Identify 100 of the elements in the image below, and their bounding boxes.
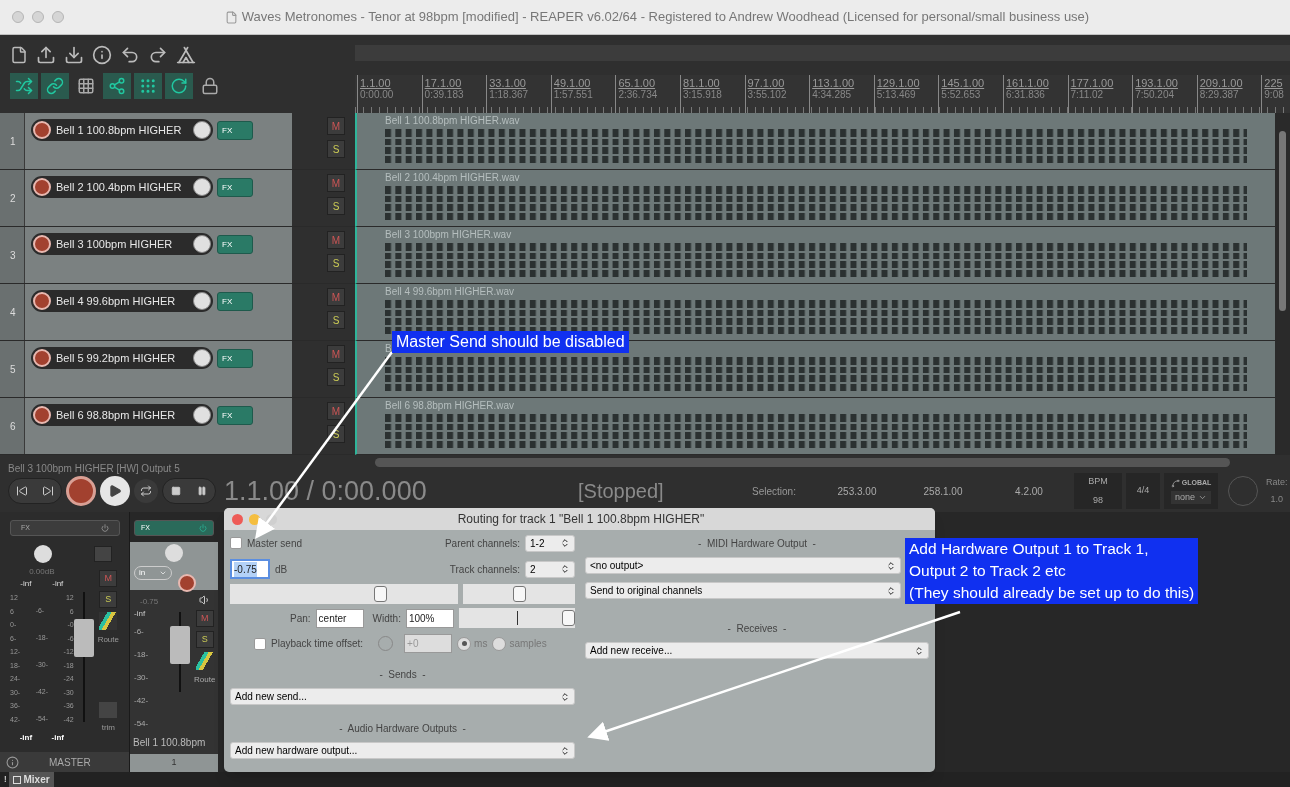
time-label: 0:39.183 <box>424 89 465 101</box>
channel-select[interactable]: 1-2 <box>525 534 575 552</box>
track-name-field[interactable]: Bell 6 98.8bpm HIGHER <box>31 404 213 426</box>
status-text: Bell 3 100bpm HIGHER [HW] Output 5 <box>8 463 180 474</box>
solo-button[interactable]: S <box>327 140 345 158</box>
channel-select[interactable]: 2 <box>525 560 575 578</box>
solo-button[interactable]: S <box>327 368 345 386</box>
fx-button[interactable]: FX <box>217 292 253 311</box>
add-send-select[interactable]: Add new send... <box>230 688 575 705</box>
track-name-field[interactable]: Bell 4 99.6bpm HIGHER <box>31 290 213 312</box>
track-number-cell: 2 <box>0 170 25 226</box>
time-label: 1:18.367 <box>489 89 530 101</box>
bar-label: 1.1.00 <box>360 77 392 89</box>
track-name-field[interactable]: Bell 3 100bpm HIGHER <box>31 233 213 255</box>
bar-label: 17.1.00 <box>424 77 463 89</box>
dialog-title: Routing for track 1 "Bell 1 100.8bpm HIGHER" <box>456 511 706 528</box>
field-label: Pan: <box>290 611 311 626</box>
solo-button[interactable]: S <box>327 254 345 272</box>
section-heading: - Audio Hardware Outputs - <box>339 722 466 736</box>
track-number-cell: 1 <box>0 113 25 169</box>
automation-mode-select[interactable]: none <box>1171 490 1211 504</box>
bar-label: 113.1.00 <box>812 77 856 89</box>
width-field[interactable]: 100% <box>405 608 454 628</box>
annotation-callout: Master Send should be disabled <box>392 331 629 353</box>
bpm-display[interactable]: BPM 98 <box>1074 473 1122 509</box>
time-label: 7:11.02 <box>1070 89 1105 101</box>
bar-label: 81.1.00 <box>682 77 721 89</box>
pan-field[interactable]: center <box>315 608 364 628</box>
selection-start: 253.3.00 <box>836 484 878 499</box>
time-label: 9:08 <box>1264 89 1285 101</box>
fx-button[interactable]: FX <box>217 406 253 425</box>
bar-label: 145.1.00 <box>941 77 986 89</box>
track-number-cell: 5 <box>0 341 25 397</box>
fx-button[interactable]: FX <box>217 235 253 254</box>
track-number-cell: 3 <box>0 227 25 283</box>
section-heading: - Receives - <box>727 622 787 636</box>
bar-label: 65.1.00 <box>618 77 657 89</box>
play-state: [Stopped] <box>578 479 665 504</box>
peak-readout: -inf <box>20 578 32 590</box>
time-label: 2:36.734 <box>618 89 659 101</box>
annotation-callout: Add Hardware Output 1 to Track 1, Output 2 to Track 2 etc (They should already be set up to do this) <box>905 538 1199 604</box>
field-label: Parent channels: <box>444 536 520 551</box>
time-label: 8:29.387 <box>1199 89 1240 101</box>
fx-button[interactable]: FX <box>217 178 253 197</box>
field-label: Width: <box>372 611 401 626</box>
track-name-field[interactable]: Bell 1 100.8bpm HIGHER <box>31 119 213 141</box>
bar-label: 33.1.00 <box>489 77 527 89</box>
solo-button[interactable]: S <box>99 591 118 608</box>
time-label: 5:13.469 <box>876 89 917 101</box>
selection-length: 4.2.00 <box>1014 484 1044 499</box>
meter-scale: -6- -18- -30- -42- -54- <box>134 625 150 730</box>
rate-label: Rate: <box>1266 475 1288 489</box>
add-receive-select[interactable]: Add new receive... <box>585 642 929 659</box>
fx-button[interactable]: FX <box>217 349 253 368</box>
mixer-tab[interactable]: Mixer <box>8 772 54 787</box>
time-label: 3:15.918 <box>682 89 723 101</box>
peak-readout: -inf <box>134 607 147 620</box>
solo-button[interactable]: S <box>327 197 345 215</box>
section-heading: - MIDI Hardware Output - <box>698 537 816 551</box>
track-number-cell: 6 <box>0 398 25 454</box>
add-output-select[interactable]: Add new hardware output... <box>230 742 575 759</box>
bar-label: 161.1.00 <box>1005 77 1050 89</box>
time-label: 0:00.00 <box>360 89 395 101</box>
bar-label: 225 <box>1264 77 1284 89</box>
time-signature-display[interactable]: 4/4 <box>1126 473 1160 509</box>
peak-readout: -inf <box>19 732 33 744</box>
solo-button[interactable]: S <box>327 311 345 329</box>
bar-label: 177.1.00 <box>1070 77 1115 89</box>
fx-button[interactable]: FX <box>217 121 253 140</box>
unit-label: dB <box>275 562 288 577</box>
time-label: 5:52.653 <box>941 89 982 101</box>
midi-output-select[interactable]: <no output> <box>585 557 901 574</box>
selection-label: Selection: <box>752 484 797 499</box>
volume-readout: 0.00dB <box>28 566 56 578</box>
checkbox-label: Playback time offset: <box>271 637 364 651</box>
time-label: 1:57.551 <box>553 89 594 101</box>
bar-label: 129.1.00 <box>876 77 921 89</box>
track-name-field[interactable]: Bell 5 99.2bpm HIGHER <box>31 347 213 369</box>
midi-channel-select[interactable]: Send to original channels <box>585 582 901 599</box>
window-title: Waves Metronomes - Tenor at 98bpm [modified] - REAPER v6.02/64 - Registered to Andrew Woodhead (Licensed for personal/small business use) <box>241 8 1090 27</box>
solo-button[interactable]: S <box>195 630 214 648</box>
strip-name: Bell 1 100.8bpm <box>132 735 207 750</box>
route-label: Route <box>97 634 119 646</box>
time-label: 4:34.285 <box>812 89 853 101</box>
warning-text: ! <box>3 772 7 786</box>
trim-label: trim <box>101 722 115 734</box>
rate-value: 1.0 <box>1270 493 1283 506</box>
bar-label: 209.1.00 <box>1199 77 1244 89</box>
peak-readout: -inf <box>52 578 64 590</box>
field-label: Track channels: <box>449 562 520 577</box>
track-name-field[interactable]: Bell 2 100.4bpm HIGHER <box>31 176 213 198</box>
strip-name: MASTER <box>49 755 91 770</box>
route-label: Route <box>194 673 216 686</box>
bar-label: 193.1.00 <box>1135 77 1179 89</box>
time-label: 3:55.102 <box>747 89 788 101</box>
time-label: 6:31.836 <box>1005 89 1046 101</box>
bar-label: 49.1.00 <box>553 77 592 89</box>
track-number-cell: 4 <box>0 284 25 340</box>
selection-end: 258.1.00 <box>922 484 964 499</box>
volume-field[interactable]: -0.75 <box>230 559 270 579</box>
